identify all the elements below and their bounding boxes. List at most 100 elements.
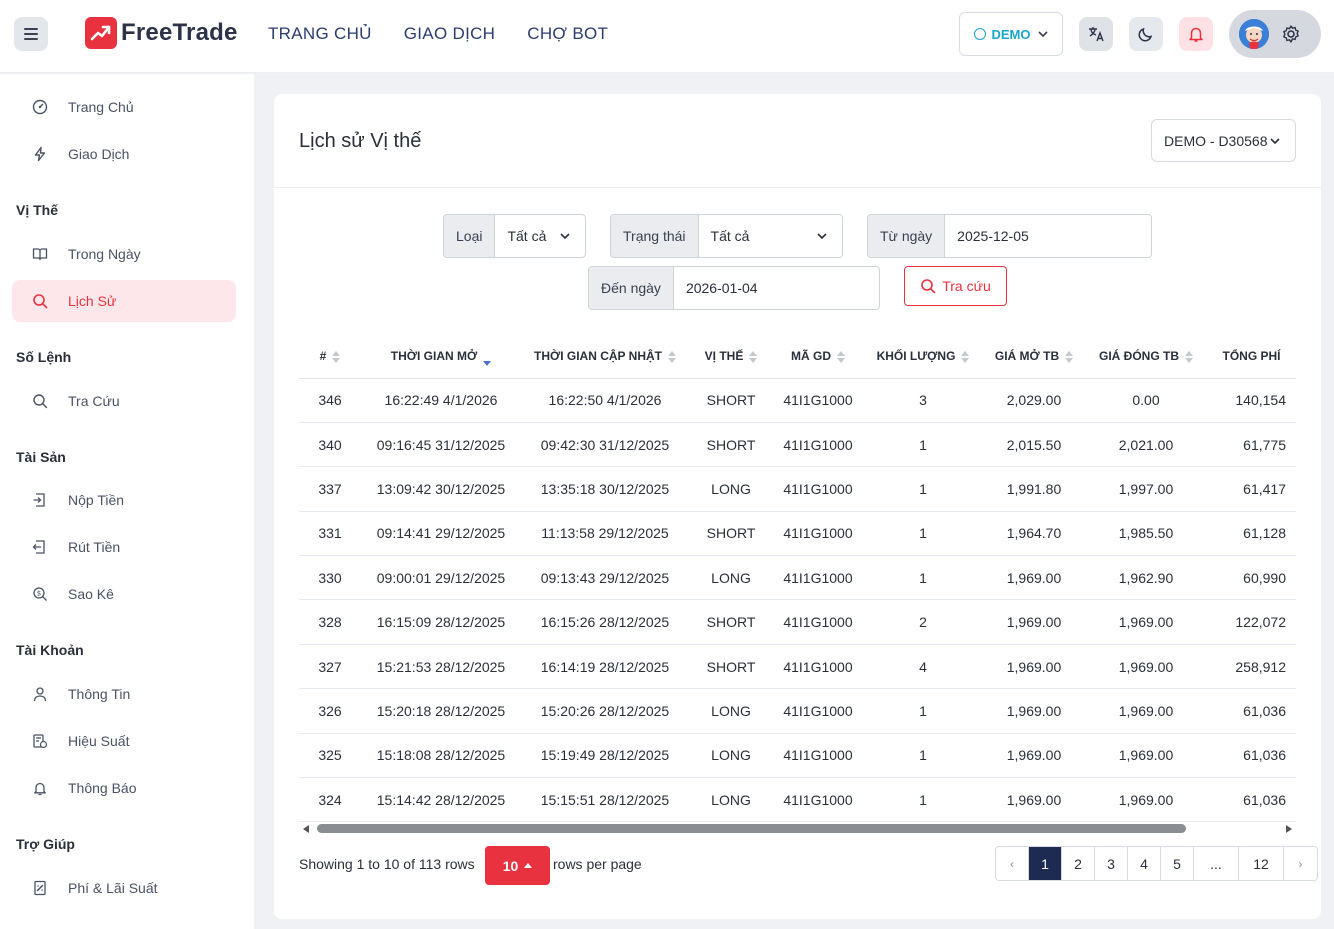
table-cell: SHORT bbox=[689, 422, 773, 468]
table-cell: SHORT bbox=[689, 511, 773, 557]
to-date-input[interactable]: 2026-01-04 bbox=[674, 267, 879, 309]
table-cell: 1,962.90 bbox=[1085, 555, 1207, 601]
page-prev-button[interactable]: ‹ bbox=[996, 847, 1029, 880]
status-filter[interactable]: Trạng thái Tất cả bbox=[610, 214, 843, 258]
table-cell: SHORT bbox=[689, 644, 773, 690]
table-row[interactable]: 330 09:00:01 29/12/2025 09:13:43 29/12/202… bbox=[299, 555, 1296, 601]
rows-per-page-button[interactable]: 10 bbox=[485, 846, 550, 885]
type-filter[interactable]: Loại Tất cả bbox=[443, 214, 586, 258]
sidebar-item-trading[interactable]: Giao Dịch bbox=[12, 133, 236, 175]
sidebar-item-home[interactable]: Trang Chủ bbox=[12, 86, 236, 128]
table-cell: 330 bbox=[299, 555, 361, 601]
nav-trading[interactable]: GIAO DỊCH bbox=[404, 24, 496, 44]
col-header-symbol[interactable]: MÃ GD bbox=[773, 334, 863, 379]
table-row[interactable]: 325 15:18:08 28/12/2025 15:19:49 28/12/202… bbox=[299, 733, 1296, 779]
table-cell: 1 bbox=[863, 466, 983, 512]
table-row[interactable]: 328 16:15:09 28/12/2025 16:15:26 28/12/202… bbox=[299, 599, 1296, 645]
horizontal-scrollbar[interactable] bbox=[303, 823, 1292, 835]
scroll-left-icon[interactable] bbox=[303, 825, 309, 833]
table-cell: 1 bbox=[863, 511, 983, 557]
page-button[interactable]: 12 bbox=[1239, 847, 1284, 880]
table-cell: 1,991.80 bbox=[983, 466, 1085, 512]
sidebar-item-label: Trang Chủ bbox=[68, 99, 134, 115]
account-select[interactable]: DEMO - D30568 bbox=[1151, 119, 1296, 162]
col-header-open-time[interactable]: THỜI GIAN MỞ bbox=[361, 334, 521, 379]
sidebar-item-deposit[interactable]: Nộp Tiền bbox=[12, 479, 236, 521]
brand-logo[interactable]: FreeTrade bbox=[85, 17, 238, 49]
sidebar-item-label: Phí & Lãi Suất bbox=[68, 880, 158, 896]
col-header-position[interactable]: VỊ THẾ bbox=[689, 334, 773, 379]
mode-label: DEMO bbox=[991, 26, 1031, 42]
table-row[interactable]: 326 15:20:18 28/12/2025 15:20:26 28/12/202… bbox=[299, 688, 1296, 734]
user-menu[interactable] bbox=[1229, 10, 1321, 58]
menu-toggle-button[interactable] bbox=[14, 17, 48, 51]
translate-icon bbox=[1089, 27, 1104, 42]
table-cell: 09:00:01 29/12/2025 bbox=[361, 555, 521, 601]
table-cell: 09:14:41 29/12/2025 bbox=[361, 511, 521, 557]
deposit-icon bbox=[32, 492, 48, 508]
search-button[interactable]: Tra cứu bbox=[904, 266, 1007, 306]
col-header-avg-open[interactable]: GIÁ MỞ TB bbox=[983, 334, 1085, 379]
search-icon bbox=[32, 293, 48, 309]
table-cell: 16:22:49 4/1/2026 bbox=[361, 378, 521, 423]
sidebar-item-notifications[interactable]: Thông Báo bbox=[12, 767, 236, 809]
table-cell: 16:22:50 4/1/2026 bbox=[521, 378, 689, 423]
table-cell: 1,997.00 bbox=[1085, 466, 1207, 512]
table-row[interactable]: 346 16:22:49 4/1/2026 16:22:50 4/1/2026 SHO… bbox=[299, 378, 1296, 423]
table-cell: 1,969.00 bbox=[983, 599, 1085, 645]
nav-home[interactable]: TRANG CHỦ bbox=[268, 24, 372, 44]
page-next-button[interactable]: › bbox=[1284, 847, 1317, 880]
col-header-volume[interactable]: KHỐI LƯỢNG bbox=[863, 334, 983, 379]
page-title: Lịch sử Vị thế bbox=[299, 130, 422, 152]
status-filter-select[interactable]: Tất cả bbox=[699, 215, 842, 257]
bell-icon bbox=[1189, 27, 1203, 42]
table-row[interactable]: 331 09:14:41 29/12/2025 11:13:58 29/12/202… bbox=[299, 511, 1296, 557]
sidebar-item-withdraw[interactable]: Rút Tiền bbox=[12, 526, 236, 568]
sidebar-item-info[interactable]: Thông Tin bbox=[12, 673, 236, 715]
page-button[interactable]: 1 bbox=[1029, 847, 1062, 880]
table-cell: 13:09:42 30/12/2025 bbox=[361, 466, 521, 512]
table-cell: 41I1G1000 bbox=[773, 422, 863, 468]
dashboard-icon bbox=[32, 99, 48, 115]
page-button[interactable]: 2 bbox=[1062, 847, 1095, 880]
type-filter-select[interactable]: Tất cả bbox=[495, 215, 585, 257]
sidebar-item-statement[interactable]: $ Sao Kê bbox=[12, 573, 236, 615]
page-button[interactable]: 4 bbox=[1128, 847, 1161, 880]
table-row[interactable]: 340 09:16:45 31/12/2025 09:42:30 31/12/202… bbox=[299, 422, 1296, 468]
notifications-button[interactable] bbox=[1179, 17, 1213, 51]
sidebar-item-fees[interactable]: Phí & Lãi Suất bbox=[12, 867, 236, 909]
table-cell: 09:13:43 29/12/2025 bbox=[521, 555, 689, 601]
sidebar-item-lookup[interactable]: Tra Cứu bbox=[12, 380, 236, 422]
positions-history-card: Lịch sử Vị thế DEMO - D30568 Loại Tất cả… bbox=[274, 94, 1321, 919]
pagination: ‹ 1 2 3 4 5... 12 › bbox=[995, 846, 1318, 881]
col-header-update-time[interactable]: THỜI GIAN CẬP NHẬT bbox=[521, 334, 689, 379]
page-button[interactable]: 5 bbox=[1161, 847, 1194, 880]
table-cell: 337 bbox=[299, 466, 361, 512]
sort-icon bbox=[668, 350, 676, 363]
table-cell: 15:18:08 28/12/2025 bbox=[361, 733, 521, 779]
table-cell: 13:35:18 30/12/2025 bbox=[521, 466, 689, 512]
sidebar-item-intraday[interactable]: Trong Ngày bbox=[12, 233, 236, 275]
scrollbar-thumb[interactable] bbox=[317, 824, 1186, 833]
sidebar-section-assets: Tài Sản bbox=[16, 449, 66, 465]
mode-selector[interactable]: DEMO bbox=[959, 12, 1063, 56]
table-row[interactable]: 327 15:21:53 28/12/2025 16:14:19 28/12/202… bbox=[299, 644, 1296, 690]
table-cell: 258,912 bbox=[1207, 644, 1296, 690]
nav-bot-market[interactable]: CHỢ BOT bbox=[527, 24, 608, 44]
col-header-avg-close[interactable]: GIÁ ĐÓNG TB bbox=[1085, 334, 1207, 379]
sidebar-item-performance[interactable]: Hiệu Suất bbox=[12, 720, 236, 762]
col-header-total-fee[interactable]: TỔNG PHÍ bbox=[1207, 334, 1296, 379]
language-button[interactable] bbox=[1079, 17, 1113, 51]
table-cell: 41I1G1000 bbox=[773, 644, 863, 690]
from-date-input[interactable]: 2025-12-05 bbox=[945, 215, 1151, 257]
scroll-right-icon[interactable] bbox=[1286, 825, 1292, 833]
table-row[interactable]: 337 13:09:42 30/12/2025 13:35:18 30/12/202… bbox=[299, 466, 1296, 512]
page-button[interactable]: 3 bbox=[1095, 847, 1128, 880]
table-row[interactable]: 324 15:14:42 28/12/2025 15:15:51 28/12/202… bbox=[299, 777, 1296, 823]
table-cell: 1 bbox=[863, 688, 983, 734]
col-header-id[interactable]: # bbox=[299, 334, 361, 379]
theme-toggle-button[interactable] bbox=[1129, 17, 1163, 51]
to-date-filter[interactable]: Đến ngày 2026-01-04 bbox=[588, 266, 880, 310]
from-date-filter[interactable]: Từ ngày 2025-12-05 bbox=[867, 214, 1152, 258]
sidebar-item-history[interactable]: Lịch Sử bbox=[12, 280, 236, 322]
